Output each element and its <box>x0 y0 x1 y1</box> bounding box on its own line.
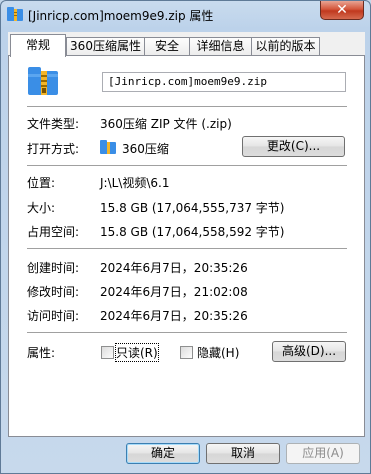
zip-archive-icon <box>28 67 58 95</box>
separator <box>27 248 347 249</box>
size-value: 15.8 GB (17,064,555,737 字节) <box>100 201 285 215</box>
hidden-checkbox-label[interactable]: 隐藏(H) <box>197 344 239 361</box>
file-type-label: 文件类型: <box>27 117 80 131</box>
window-title: [Jinricp.com]moem9e9.zip 属性 <box>28 9 214 23</box>
hidden-checkbox[interactable] <box>180 346 193 359</box>
size-on-disk-label: 占用空间: <box>27 225 80 239</box>
attributes-label: 属性: <box>27 346 56 360</box>
filename-field[interactable]: [Jinricp.com]moem9e9.zip <box>102 72 346 92</box>
tab-360zip-properties[interactable]: 360压缩属性 <box>66 37 145 56</box>
location-value: J:\L\视频\6.1 <box>100 176 170 190</box>
zip-archive-icon <box>7 7 23 21</box>
properties-window: [Jinricp.com]moem9e9.zip 属性 ✕ 常规 360压缩属性… <box>0 0 371 474</box>
tab-strip: 常规 360压缩属性 安全 详细信息 以前的版本 <box>8 34 365 57</box>
size-on-disk-value: 15.8 GB (17,064,558,592 字节) <box>100 225 285 239</box>
modified-label: 修改时间: <box>27 285 80 299</box>
cancel-button[interactable]: 取消 <box>206 443 280 464</box>
file-type-value: 360压缩 ZIP 文件 (.zip) <box>100 117 232 131</box>
tab-previous-versions[interactable]: 以前的版本 <box>251 37 320 56</box>
created-label: 创建时间: <box>27 261 80 275</box>
ok-button[interactable]: 确定 <box>126 443 200 464</box>
size-label: 大小: <box>27 201 56 215</box>
apply-button[interactable]: 应用(A) <box>286 443 360 464</box>
readonly-checkbox-label[interactable]: 只读(R) <box>115 343 159 362</box>
title-bar[interactable]: [Jinricp.com]moem9e9.zip 属性 ✕ <box>1 1 370 29</box>
modified-value: 2024年6月7日，21:02:08 <box>100 285 248 299</box>
360zip-app-icon <box>100 140 116 154</box>
created-value: 2024年6月7日，20:35:26 <box>100 261 248 275</box>
separator <box>27 332 347 333</box>
change-button[interactable]: 更改(C)... <box>242 136 345 157</box>
tab-security[interactable]: 安全 <box>144 37 190 56</box>
separator <box>27 106 347 107</box>
tab-details[interactable]: 详细信息 <box>189 37 252 56</box>
advanced-button[interactable]: 高级(D)... <box>272 341 346 362</box>
separator <box>27 165 347 166</box>
close-icon[interactable]: ✕ <box>320 1 364 20</box>
tab-general[interactable]: 常规 <box>10 34 66 57</box>
opens-with-label: 打开方式: <box>27 142 80 156</box>
accessed-value: 2024年6月7日，20:35:26 <box>100 309 248 323</box>
accessed-label: 访问时间: <box>27 309 80 323</box>
readonly-checkbox[interactable] <box>101 346 114 359</box>
opens-with-value: 360压缩 <box>122 142 169 156</box>
location-label: 位置: <box>27 176 56 190</box>
general-tab-panel <box>8 55 365 437</box>
